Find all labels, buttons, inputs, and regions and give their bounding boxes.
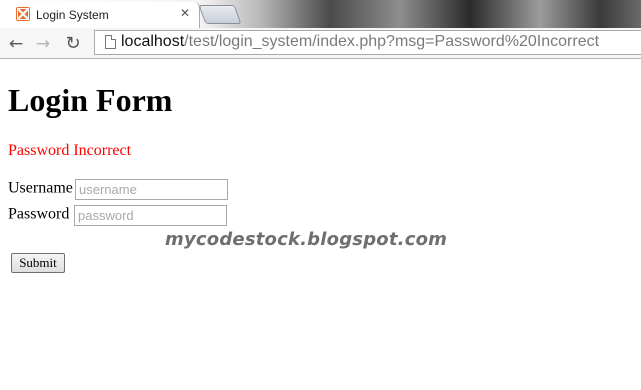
username-row: Username bbox=[8, 179, 228, 200]
new-tab-button[interactable] bbox=[198, 5, 242, 24]
submit-button[interactable]: Submit bbox=[11, 253, 65, 273]
back-arrow-icon[interactable]: ← bbox=[6, 34, 26, 54]
xampp-icon bbox=[16, 7, 30, 21]
page-icon bbox=[105, 35, 116, 49]
password-input[interactable] bbox=[74, 205, 227, 226]
close-icon[interactable]: ✕ bbox=[178, 6, 192, 20]
url-host: localhost bbox=[121, 33, 185, 50]
browser-tab-active[interactable]: Login System ✕ bbox=[0, 2, 200, 28]
address-bar[interactable]: localhost/test/login_system/index.php?ms… bbox=[94, 30, 641, 55]
error-message: Password Incorrect bbox=[8, 142, 132, 159]
password-label: Password bbox=[8, 205, 70, 223]
username-input[interactable] bbox=[75, 179, 228, 200]
reload-icon[interactable]: ↻ bbox=[63, 34, 83, 54]
forward-arrow-icon[interactable]: → bbox=[33, 34, 53, 54]
password-row: Password bbox=[8, 205, 227, 226]
browser-toolbar: ← → ↻ localhost/test/login_system/index.… bbox=[0, 28, 641, 59]
watermark-text: mycodestock.blogspot.com bbox=[165, 229, 448, 250]
tab-title: Login System bbox=[36, 8, 109, 22]
url-path: /test/login_system/index.php?msg=Passwor… bbox=[184, 33, 600, 50]
page-title: Login Form bbox=[8, 82, 173, 118]
url-text[interactable]: localhost/test/login_system/index.php?ms… bbox=[121, 33, 599, 51]
tab-strip: Login System ✕ bbox=[0, 0, 641, 28]
username-label: Username bbox=[8, 179, 73, 197]
